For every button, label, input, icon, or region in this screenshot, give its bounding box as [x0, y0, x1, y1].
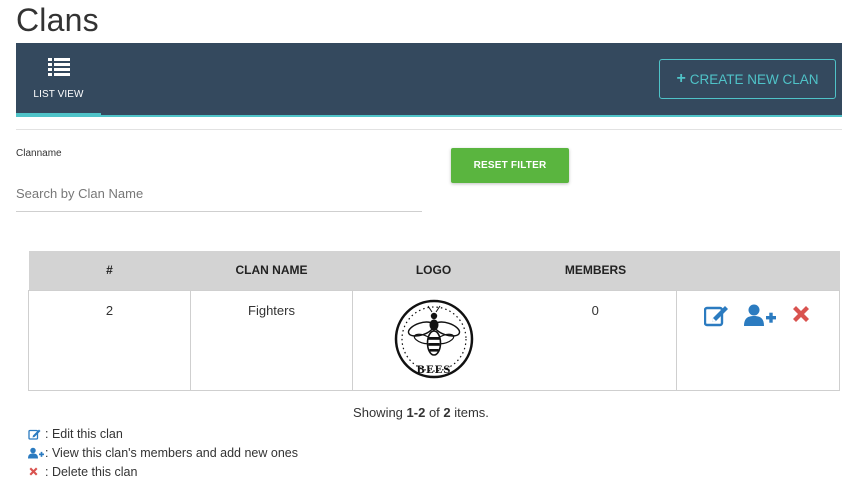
- pagination-summary: Showing 1-2 of 2 items.: [0, 405, 842, 420]
- page-title: Clans: [16, 2, 99, 38]
- clan-search-input[interactable]: [16, 176, 422, 212]
- legend-delete-text: : Delete this clan: [45, 464, 138, 479]
- legend-edit: : Edit this clan: [28, 424, 298, 443]
- action-legend: : Edit this clan : View this clan's memb…: [28, 424, 298, 481]
- add-member-icon: [28, 447, 45, 459]
- cell-clan-logo: BEES: [352, 289, 515, 391]
- create-clan-label: CREATE NEW CLAN: [689, 71, 819, 87]
- reset-filter-button[interactable]: RESET FILTER: [451, 148, 569, 183]
- clan-logo-image: BEES: [394, 299, 473, 378]
- column-header-logo: LOGO: [415, 263, 452, 278]
- clans-table: # CLAN NAME LOGO MEMBERS 2 Fighters BEES…: [28, 251, 840, 391]
- column-header-clan-name[interactable]: CLAN NAME: [191, 251, 353, 290]
- legend-delete: : Delete this clan: [28, 462, 298, 481]
- pagination-suffix: items.: [450, 405, 489, 420]
- toolbar-divider: [16, 115, 842, 117]
- column-header-actions: [677, 251, 840, 290]
- create-clan-button[interactable]: + CREATE NEW CLAN: [659, 59, 836, 99]
- tab-list-view[interactable]: LIST VIEW: [16, 43, 101, 117]
- edit-icon: [28, 428, 45, 440]
- pagination-prefix: Showing: [353, 405, 407, 420]
- table-header-row: # CLAN NAME LOGO MEMBERS: [28, 251, 840, 290]
- divider: [16, 129, 842, 130]
- cell-members-count: 0: [514, 289, 677, 391]
- top-toolbar: LIST VIEW + CREATE NEW CLAN: [16, 43, 842, 117]
- pagination-range: 1-2: [406, 405, 426, 420]
- cell-clan-name: Fighters: [190, 289, 353, 391]
- list-icon: [47, 58, 70, 81]
- clan-logo-text: BEES: [416, 365, 451, 376]
- clanname-label: Clanname: [16, 148, 62, 159]
- column-header-members[interactable]: MEMBERS: [515, 251, 677, 290]
- cell-clan-id: 2: [28, 289, 191, 391]
- plus-icon: +: [676, 70, 686, 87]
- pagination-total: 2: [443, 405, 451, 420]
- cell-actions: [676, 289, 840, 391]
- delete-icon[interactable]: [790, 303, 812, 327]
- legend-members-text: : View this clan's members and add new o…: [45, 445, 298, 460]
- add-member-icon[interactable]: [744, 303, 776, 327]
- tab-list-view-label: LIST VIEW: [33, 89, 84, 100]
- edit-icon[interactable]: [704, 303, 730, 327]
- legend-members: : View this clan's members and add new o…: [28, 443, 298, 462]
- pagination-middle: of: [425, 405, 444, 420]
- table-row: 2 Fighters BEES 0: [28, 289, 840, 391]
- delete-icon: [28, 466, 45, 477]
- column-header-number[interactable]: #: [29, 251, 191, 290]
- legend-edit-text: : Edit this clan: [45, 426, 123, 441]
